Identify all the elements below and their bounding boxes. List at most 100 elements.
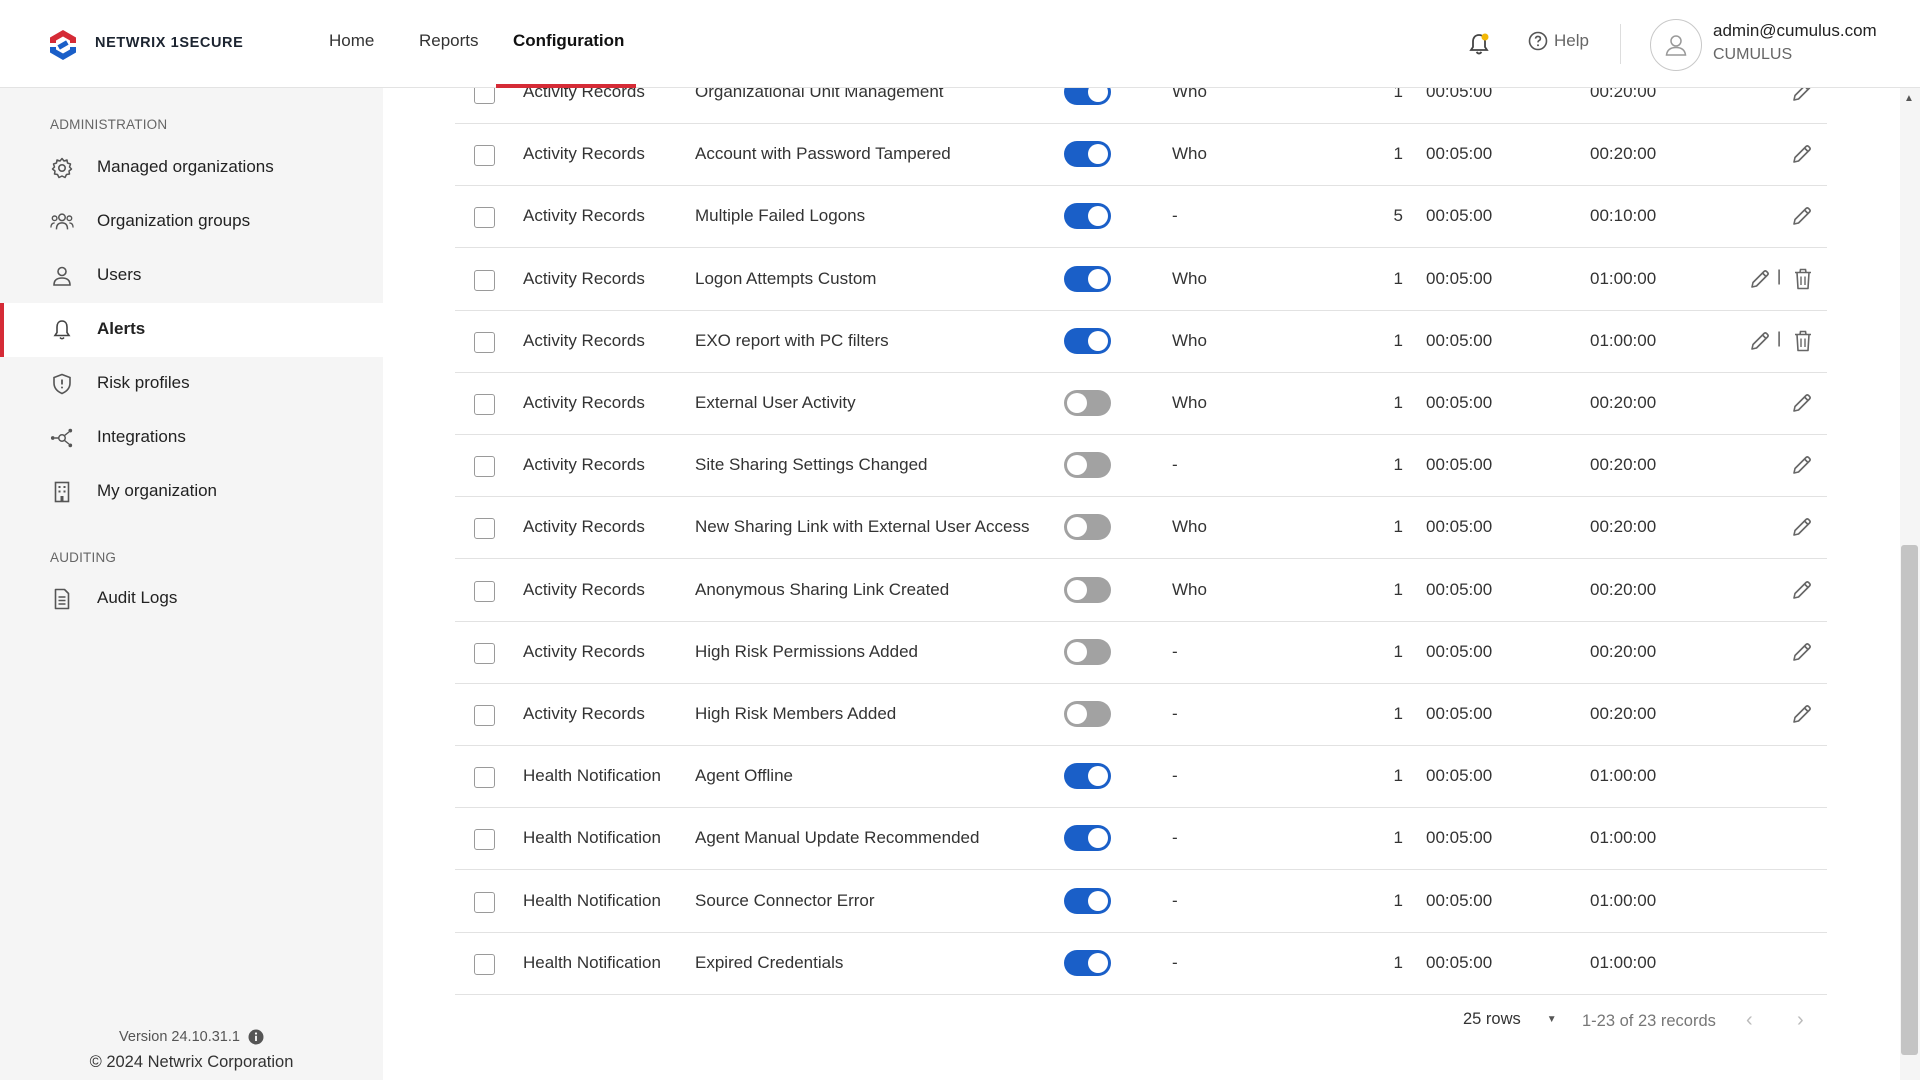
row-checkbox[interactable] xyxy=(474,456,495,478)
table-row[interactable]: Health Notification Expired Credentials - 1… xyxy=(455,933,1827,995)
alert-enabled-toggle[interactable] xyxy=(1064,701,1111,727)
table-row[interactable]: Activity Records Anonymous Sharing Link C… xyxy=(455,560,1827,622)
sidebar-item-audit-logs[interactable]: Audit Logs xyxy=(0,572,383,626)
nav-reports[interactable]: Reports xyxy=(419,31,479,51)
alert-enabled-toggle[interactable] xyxy=(1064,265,1111,292)
user-avatar-icon[interactable] xyxy=(1650,19,1702,71)
sidebar-item-managed-organizations[interactable]: Managed organizations xyxy=(0,141,383,195)
alert-interval: 01:00:00 xyxy=(1590,828,1657,848)
notifications-bell-icon[interactable] xyxy=(1468,32,1490,56)
alert-interval: 01:00:00 xyxy=(1590,330,1657,350)
table-row[interactable]: Activity Records External User Activity Wh… xyxy=(455,373,1827,435)
user-email[interactable]: admin@cumulus.com xyxy=(1713,21,1877,41)
sidebar-item-risk-profiles[interactable]: Risk profiles xyxy=(0,357,383,411)
row-checkbox[interactable] xyxy=(474,642,495,664)
alert-category: Health Notification xyxy=(523,828,661,848)
rows-per-page-select[interactable]: 25 rows ▼ xyxy=(1463,1010,1557,1029)
alert-who: - xyxy=(1172,704,1178,723)
alert-enabled-toggle[interactable] xyxy=(1064,638,1111,665)
alert-enabled-toggle[interactable] xyxy=(1064,452,1111,479)
alert-threshold: 1 xyxy=(1393,704,1403,723)
edit-pencil-icon[interactable] xyxy=(1790,453,1814,477)
table-row[interactable]: Health Notification Agent Manual Update R… xyxy=(455,808,1827,871)
table-row[interactable]: Health Notification Source Connector Erro… xyxy=(455,871,1827,933)
row-checkbox[interactable] xyxy=(474,207,495,229)
nav-configuration[interactable]: Configuration xyxy=(513,31,624,51)
sidebar-item-label: Integrations xyxy=(97,427,186,446)
toggle-knob xyxy=(1067,393,1087,413)
help-link[interactable]: Help xyxy=(1528,31,1589,51)
edit-pencil-icon[interactable] xyxy=(1790,578,1814,602)
row-checkbox[interactable] xyxy=(474,829,495,851)
sidebar-item-integrations[interactable]: Integrations xyxy=(0,411,383,465)
alert-enabled-toggle[interactable] xyxy=(1064,141,1111,168)
sidebar-item-my-organization[interactable]: My organization xyxy=(0,465,383,519)
row-checkbox[interactable] xyxy=(474,580,495,602)
table-row[interactable]: Activity Records High Risk Permissions Ad… xyxy=(455,622,1827,684)
sidebar-item-label: Audit Logs xyxy=(97,588,178,607)
row-checkbox[interactable] xyxy=(474,891,495,913)
alert-category: Activity Records xyxy=(523,517,645,537)
toggle-knob xyxy=(1088,828,1108,849)
alert-enabled-toggle[interactable] xyxy=(1064,949,1111,976)
row-checkbox[interactable] xyxy=(474,705,495,726)
row-checkbox[interactable] xyxy=(474,269,495,291)
delete-trash-icon[interactable] xyxy=(1792,267,1814,291)
row-checkbox[interactable] xyxy=(474,394,495,415)
table-row[interactable]: Health Notification Agent Offline - 1 00:05:… xyxy=(455,746,1827,809)
edit-pencil-icon[interactable] xyxy=(1790,204,1814,228)
edit-pencil-icon[interactable] xyxy=(1790,391,1814,415)
row-checkbox[interactable] xyxy=(474,331,495,353)
alert-enabled-toggle[interactable] xyxy=(1064,203,1111,230)
alert-enabled-toggle[interactable] xyxy=(1064,887,1111,914)
table-row[interactable]: Activity Records Site Sharing Settings Ch… xyxy=(455,435,1827,498)
alert-enabled-toggle[interactable] xyxy=(1064,327,1111,354)
table-row[interactable]: Activity Records New Sharing Link with Ex… xyxy=(455,497,1827,560)
sidebar-item-organization-groups[interactable]: Organization groups xyxy=(0,195,383,249)
alert-interval: 01:00:00 xyxy=(1590,766,1657,786)
edit-pencil-icon[interactable] xyxy=(1790,515,1814,539)
nav-home[interactable]: Home xyxy=(329,31,374,51)
edit-pencil-icon[interactable] xyxy=(1790,142,1814,166)
row-checkbox[interactable] xyxy=(474,953,495,975)
scroll-up-arrow-icon[interactable]: ▲ xyxy=(1904,93,1914,104)
alert-enabled-toggle[interactable] xyxy=(1064,763,1111,790)
toggle-knob xyxy=(1067,641,1087,662)
edit-pencil-icon[interactable] xyxy=(1748,329,1772,353)
alert-enabled-toggle[interactable] xyxy=(1064,825,1111,852)
sidebar-item-alerts[interactable]: Alerts xyxy=(0,303,383,357)
alert-category: Health Notification xyxy=(523,766,661,786)
toggle-knob xyxy=(1088,330,1108,351)
edit-pencil-icon[interactable] xyxy=(1790,640,1814,664)
table-row[interactable]: Activity Records High Risk Members Added -… xyxy=(455,684,1827,746)
alert-enabled-toggle[interactable] xyxy=(1064,576,1111,603)
table-row[interactable]: Activity Records Multiple Failed Logons - 5… xyxy=(455,186,1827,249)
alert-category: Activity Records xyxy=(523,393,645,412)
sidebar-item-users[interactable]: Users xyxy=(0,249,383,303)
scrollbar-thumb[interactable] xyxy=(1901,545,1918,1055)
delete-trash-icon[interactable] xyxy=(1792,329,1814,353)
alert-enabled-toggle[interactable] xyxy=(1064,390,1111,416)
user-organization: CUMULUS xyxy=(1713,46,1793,63)
table-row[interactable]: Activity Records Logon Attempts Custom Who… xyxy=(455,249,1827,311)
prev-page-chevron-icon[interactable]: ‹ xyxy=(1746,1009,1753,1032)
people-icon xyxy=(50,210,74,234)
table-row[interactable]: Activity Records Account with Password Ta… xyxy=(455,124,1827,187)
edit-pencil-icon[interactable] xyxy=(1748,267,1772,291)
edit-pencil-icon[interactable] xyxy=(1790,702,1814,726)
netwrix-logo-icon[interactable] xyxy=(46,28,80,62)
row-checkbox[interactable] xyxy=(474,518,495,540)
row-checkbox[interactable] xyxy=(474,145,495,167)
alert-interval: 00:20:00 xyxy=(1590,641,1657,661)
info-icon[interactable] xyxy=(248,1029,264,1045)
alert-who: Who xyxy=(1172,579,1207,599)
alert-period: 00:05:00 xyxy=(1426,268,1493,288)
next-page-chevron-icon[interactable]: › xyxy=(1797,1009,1804,1032)
row-checkbox[interactable] xyxy=(474,767,495,789)
alerts-table-area: Activity Records Organizational Unit Mana… xyxy=(383,79,1900,1080)
alert-category: Activity Records xyxy=(523,268,645,288)
alert-threshold: 1 xyxy=(1393,579,1403,599)
table-row[interactable]: Activity Records EXO report with PC filte… xyxy=(455,311,1827,373)
alert-who: - xyxy=(1172,890,1178,910)
alert-enabled-toggle[interactable] xyxy=(1064,514,1111,541)
